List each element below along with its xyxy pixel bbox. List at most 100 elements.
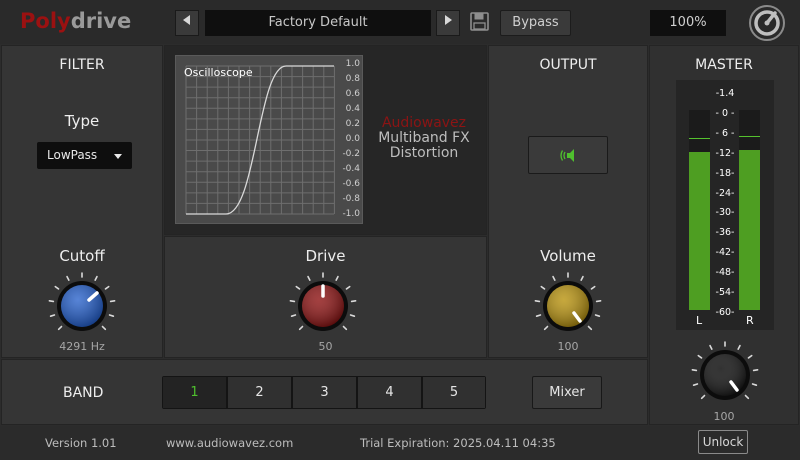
knob-tick <box>94 275 98 281</box>
knob-tick <box>744 394 750 400</box>
knob-tick <box>747 354 753 359</box>
meter-scale-label: -36- <box>715 227 735 239</box>
knob-tick <box>289 300 296 303</box>
oscilloscope-tick-label: -0.4 <box>342 164 360 174</box>
knob-tick <box>349 314 356 317</box>
product-brand-text: Audiowavez Multiband FX Distortion <box>364 116 484 161</box>
meter-scale-label: -60- <box>715 306 735 318</box>
knob-tick <box>709 344 713 350</box>
filter-type-label: Type <box>64 112 100 130</box>
oscilloscope-graph <box>185 65 335 215</box>
oscilloscope-tick-label: 1.0 <box>345 59 360 69</box>
volume-knob[interactable] <box>533 271 603 341</box>
next-preset-button[interactable] <box>436 10 460 36</box>
filter-type-dropdown[interactable]: LowPass <box>37 142 132 169</box>
zoom-level-display[interactable]: 100% <box>650 10 726 36</box>
master-knob[interactable] <box>690 340 760 410</box>
brand-product-type: Distortion <box>389 145 459 161</box>
oscilloscope-tick-label: -0.8 <box>342 194 360 204</box>
meter-left-label: L <box>696 314 703 327</box>
knob-tick <box>580 275 584 281</box>
meter-scale-label: -48- <box>715 267 735 279</box>
oscilloscope-tick-label: 0.6 <box>345 89 360 99</box>
drive-knob[interactable] <box>288 271 358 341</box>
knob-icon <box>691 341 759 400</box>
knob-tick <box>534 300 541 303</box>
oscilloscope-tick-label: 0.0 <box>345 134 360 144</box>
filter-title: FILTER <box>59 57 105 73</box>
chevron-down-icon <box>114 154 122 159</box>
knob-tick <box>298 325 304 331</box>
band-button-1[interactable]: 1 <box>163 377 227 408</box>
master-knob-value: 100 <box>713 410 735 423</box>
knob-tick <box>54 285 60 290</box>
meter-scale-label: -30- <box>715 207 735 219</box>
oscilloscope-tick-label: -0.2 <box>342 149 360 159</box>
drive-value: 50 <box>318 340 333 353</box>
knob-tick <box>350 300 357 303</box>
volume-label: Volume <box>540 247 596 265</box>
filter-type-value: LowPass <box>47 148 98 162</box>
knob-tick <box>108 314 115 317</box>
knob-tick <box>700 394 706 400</box>
volume-value: 100 <box>557 340 579 353</box>
meter-right-label: R <box>746 314 754 327</box>
speaker-icon <box>560 149 574 162</box>
unlock-button[interactable]: Unlock <box>698 430 748 454</box>
knob-tick <box>737 344 741 350</box>
mixer-button[interactable]: Mixer <box>532 376 602 409</box>
knob-tick <box>595 300 602 303</box>
logo-part-drive: drive <box>70 9 132 33</box>
knob-tick <box>752 369 759 372</box>
meter-scale-label: -18- <box>715 167 735 179</box>
knob-tick <box>49 314 56 317</box>
knob-icon <box>534 272 602 331</box>
knob-tick <box>587 325 593 331</box>
knob-tick <box>101 325 107 331</box>
knob-tick <box>48 300 55 303</box>
knob-tick <box>104 285 110 290</box>
knob-tick <box>535 314 542 317</box>
oscilloscope-label: Oscilloscope <box>184 66 253 79</box>
preset-name-display[interactable]: Factory Default <box>205 10 431 36</box>
trial-expiration-text: Trial Expiration: 2025.04.11 04:35 <box>360 436 556 450</box>
triangle-right-icon <box>445 15 452 25</box>
oscilloscope-tick-label: 0.4 <box>345 104 360 114</box>
knob-tick <box>66 275 70 281</box>
cutoff-knob[interactable] <box>47 271 117 341</box>
brand-gauge-icon <box>747 4 787 42</box>
knob-icon <box>48 272 116 331</box>
cutoff-value: 4291 Hz <box>59 340 105 353</box>
meter-scale-label: -1.4 <box>715 88 735 99</box>
knob-tick <box>295 285 301 290</box>
oscilloscope-tick-label: 0.2 <box>345 119 360 129</box>
knob-tick <box>594 314 601 317</box>
app-logo: Polydrive <box>20 9 131 33</box>
bypass-button[interactable]: Bypass <box>500 10 571 36</box>
knob-tick <box>691 369 698 372</box>
knob-tick <box>543 325 549 331</box>
output-mute-button[interactable] <box>528 136 608 174</box>
prev-preset-button[interactable] <box>175 10 199 36</box>
website-link[interactable]: www.audiowavez.com <box>166 436 293 450</box>
brand-product-line: Multiband FX <box>378 130 470 146</box>
meter-scale-label: -24- <box>715 187 735 199</box>
master-level-meter: -1.4 - 0 - - 6 - -12- -18- -24- -30- -36- -42- -4… <box>676 80 774 330</box>
band-button-4[interactable]: 4 <box>358 377 422 408</box>
knob-tick <box>590 285 596 290</box>
master-title: MASTER <box>695 57 753 73</box>
band-button-3[interactable]: 3 <box>293 377 357 408</box>
knob-tick <box>57 325 63 331</box>
band-button-2[interactable]: 2 <box>228 377 292 408</box>
oscilloscope-display <box>175 55 363 224</box>
knob-tick <box>342 325 348 331</box>
meter-scale-label: -54- <box>715 287 735 298</box>
band-button-5[interactable]: 5 <box>423 377 485 408</box>
meter-scale-label: -12- <box>715 147 735 159</box>
knob-tick <box>697 354 703 359</box>
save-preset-button[interactable] <box>470 12 489 31</box>
meter-scale-label: - 0 - <box>715 107 735 119</box>
knob-icon <box>289 272 357 331</box>
knob-tick <box>345 285 351 290</box>
knob-tick <box>290 314 297 317</box>
